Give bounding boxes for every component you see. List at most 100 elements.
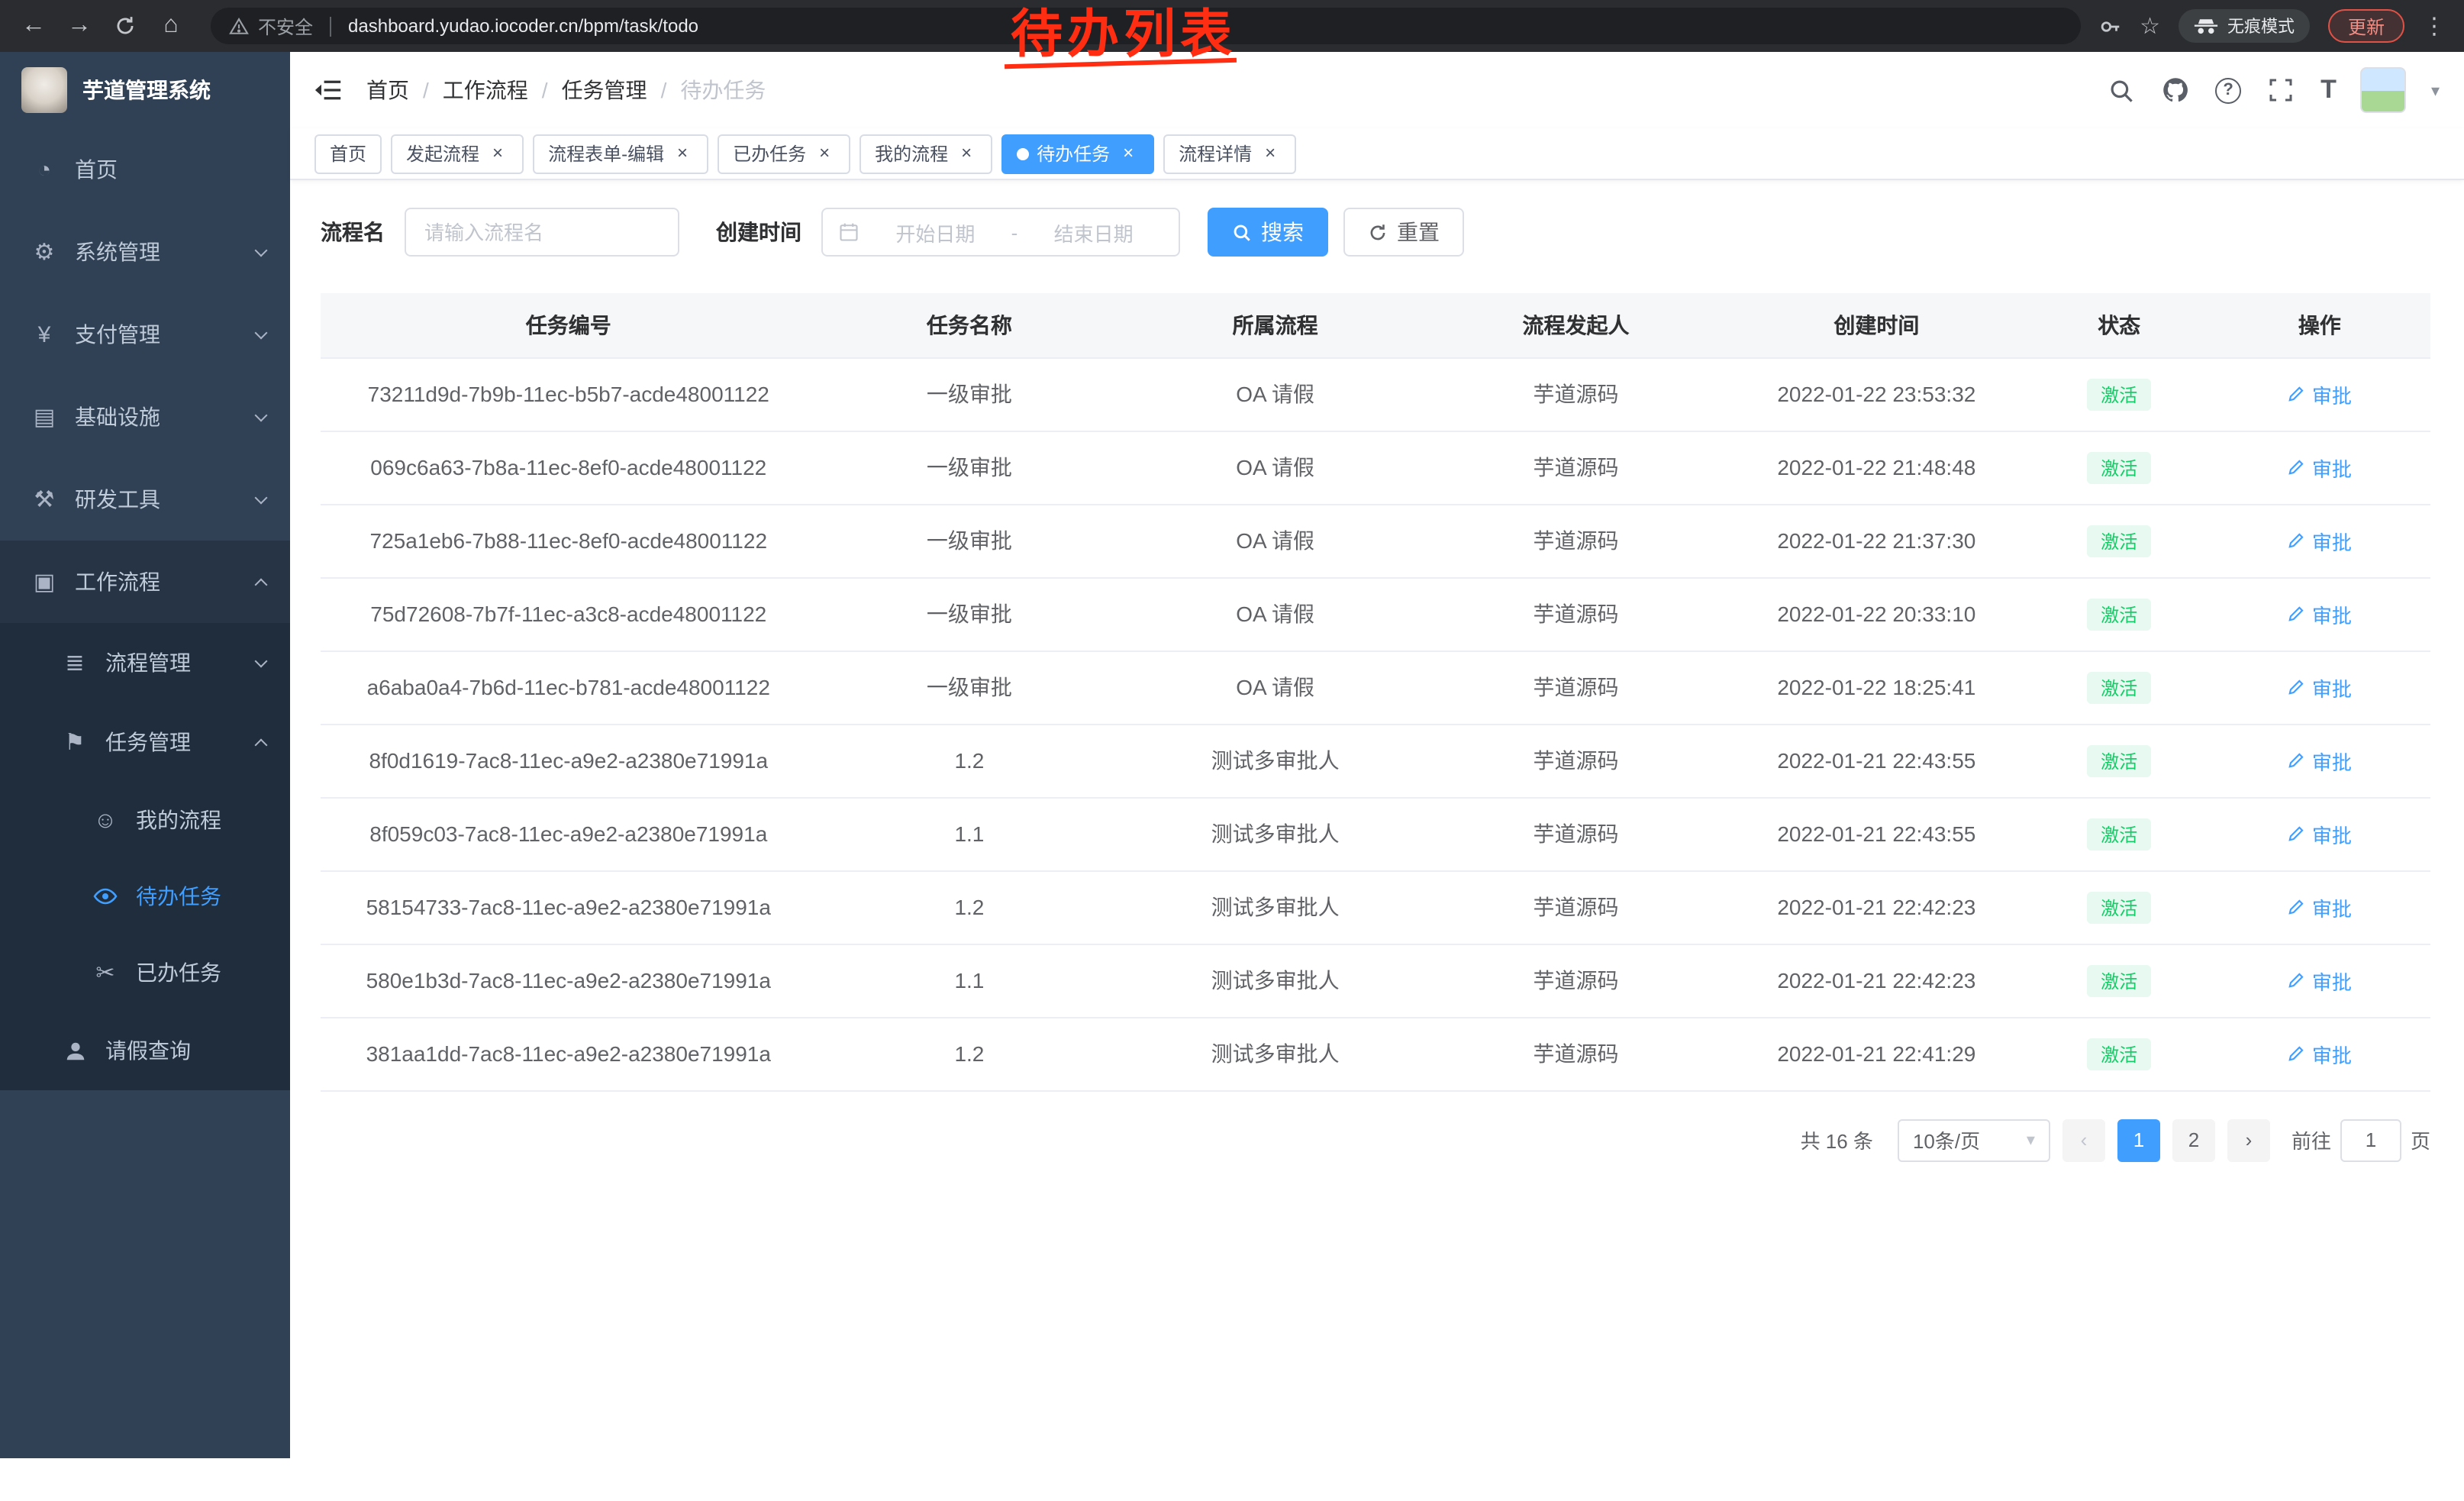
search-icon[interactable] [2105, 75, 2136, 105]
approve-button[interactable]: 审批 [2288, 893, 2352, 922]
approve-button[interactable]: 审批 [2288, 526, 2352, 555]
tab-label: 我的流程 [875, 140, 948, 166]
page-2-button[interactable]: 2 [2172, 1118, 2215, 1161]
edit-icon [2288, 458, 2306, 476]
prev-page-button[interactable]: ‹ [2062, 1118, 2105, 1161]
incognito-badge: 无痕模式 [2179, 9, 2310, 43]
cell-task-name: 1.2 [817, 1017, 1123, 1090]
avatar[interactable] [2361, 67, 2407, 113]
cell-initiator: 芋道源码 [1428, 944, 1724, 1017]
tools-icon: ⚒ [31, 486, 58, 513]
sidebar-item-task-mgmt[interactable]: ⚑ 任务管理 [0, 702, 290, 782]
edit-icon [2288, 678, 2306, 696]
tab-my-process[interactable]: 我的流程 × [859, 134, 992, 173]
browser-back-icon[interactable]: ← [12, 5, 55, 47]
goto-page-input[interactable] [2340, 1118, 2401, 1161]
reset-button[interactable]: 重置 [1343, 208, 1464, 257]
refresh-icon [1368, 222, 1388, 242]
browser-menu-icon[interactable]: ⋮ [2423, 12, 2446, 40]
col-actions: 操作 [2209, 293, 2430, 357]
cell-task-name: 1.1 [817, 944, 1123, 1017]
close-icon[interactable]: × [814, 143, 835, 164]
chevron-down-icon [255, 408, 268, 421]
close-icon[interactable]: × [1259, 143, 1281, 164]
person-icon [61, 1039, 89, 1062]
approve-button[interactable]: 审批 [2288, 379, 2352, 408]
eye-icon [92, 884, 119, 909]
cell-created: 2022-01-21 22:43:55 [1724, 724, 2030, 797]
approve-button[interactable]: 审批 [2288, 1039, 2352, 1068]
sidebar-item-system[interactable]: ⚙ 系统管理 [0, 211, 290, 293]
cell-initiator: 芋道源码 [1428, 1017, 1724, 1090]
fullscreen-icon[interactable] [2266, 75, 2296, 105]
create-time-label: 创建时间 [716, 217, 801, 247]
process-name-input[interactable] [405, 208, 679, 257]
edit-icon [2288, 825, 2306, 843]
gear-icon: ⚙ [31, 238, 58, 266]
task-flag-icon: ⚑ [61, 728, 89, 756]
tab-start-process[interactable]: 发起流程 × [391, 134, 524, 173]
approve-button[interactable]: 审批 [2288, 453, 2352, 482]
help-icon[interactable]: ? [2215, 77, 2241, 103]
cell-task-name: 一级审批 [817, 577, 1123, 650]
approve-button[interactable]: 审批 [2288, 819, 2352, 848]
tab-process-detail[interactable]: 流程详情 × [1163, 134, 1296, 173]
sidebar-item-infra[interactable]: ▤ 基础设施 [0, 376, 290, 458]
approve-button[interactable]: 审批 [2288, 599, 2352, 628]
next-page-button[interactable]: › [2227, 1118, 2270, 1161]
avatar-caret-icon[interactable]: ▾ [2431, 80, 2440, 100]
close-icon[interactable]: × [672, 143, 693, 164]
sidebar-item-process-mgmt[interactable]: ≣ 流程管理 [0, 623, 290, 702]
cell-task-name: 一级审批 [817, 650, 1123, 724]
sidebar-item-label: 我的流程 [136, 805, 266, 835]
browser-home-icon[interactable]: ⌂ [150, 5, 192, 47]
browser-reload-icon[interactable] [104, 5, 147, 47]
page-size-select[interactable]: 10条/页 ▾ [1898, 1118, 2050, 1161]
approve-button[interactable]: 审批 [2288, 966, 2352, 995]
github-icon[interactable] [2160, 75, 2191, 105]
approve-button[interactable]: 审批 [2288, 673, 2352, 702]
browser-toolbar: ← → ⌂ 不安全 dashboard.yudao.iocoder.cn/bpm… [0, 0, 2464, 52]
key-icon[interactable] [2098, 15, 2121, 37]
tab-label: 首页 [330, 140, 366, 166]
sidebar-item-devtools[interactable]: ⚒ 研发工具 [0, 458, 290, 541]
search-button[interactable]: 搜索 [1208, 208, 1328, 257]
edit-icon [2288, 751, 2306, 770]
tab-todo-task[interactable]: 待办任务 × [1001, 134, 1154, 173]
sidebar-item-my-process[interactable]: ☺ 我的流程 [0, 782, 290, 858]
close-icon[interactable]: × [1118, 143, 1139, 164]
goto-unit-label: 页 [2411, 1125, 2430, 1154]
breadcrumb-home[interactable]: 首页 [366, 75, 409, 105]
cell-initiator: 芋道源码 [1428, 797, 1724, 870]
breadcrumb-workflow[interactable]: 工作流程 [443, 75, 528, 105]
tab-process-form-edit[interactable]: 流程表单-编辑 × [533, 134, 708, 173]
close-icon[interactable]: × [956, 143, 977, 164]
app-logo-row[interactable]: 芋道管理系统 [0, 52, 290, 128]
bookmark-star-icon[interactable]: ☆ [2140, 12, 2160, 40]
status-badge: 激活 [2087, 1038, 2151, 1070]
page-1-button[interactable]: 1 [2117, 1118, 2160, 1161]
breadcrumb-separator: / [423, 78, 429, 102]
table-row: 58154733-7ac8-11ec-a9e2-a2380e71991a 1.2… [321, 870, 2430, 944]
date-range-picker[interactable]: 开始日期 - 结束日期 [821, 208, 1180, 257]
sidebar-item-payment[interactable]: ¥ 支付管理 [0, 293, 290, 376]
font-size-icon[interactable]: T [2320, 75, 2337, 105]
tab-done-task[interactable]: 已办任务 × [718, 134, 850, 173]
navbar-actions: ? T ▾ [2105, 67, 2440, 113]
tab-home[interactable]: 首页 [314, 134, 382, 173]
sidebar-item-workflow[interactable]: ▣ 工作流程 [0, 541, 290, 623]
browser-forward-icon[interactable]: → [58, 5, 101, 47]
sidebar-fold-icon[interactable] [314, 78, 342, 102]
range-separator: - [1011, 221, 1018, 244]
close-icon[interactable]: × [487, 143, 508, 164]
breadcrumb-task-mgmt[interactable]: 任务管理 [562, 75, 647, 105]
sidebar-item-todo-task[interactable]: 待办任务 [0, 858, 290, 934]
approve-button[interactable]: 审批 [2288, 746, 2352, 775]
cell-initiator: 芋道源码 [1428, 650, 1724, 724]
browser-update-button[interactable]: 更新 [2328, 9, 2404, 43]
sidebar-item-done-task[interactable]: ✂ 已办任务 [0, 934, 290, 1011]
sidebar-item-leave-query[interactable]: 请假查询 [0, 1011, 290, 1090]
cell-process: OA 请假 [1122, 504, 1428, 577]
security-indicator[interactable]: 不安全 [229, 13, 313, 39]
sidebar-item-home[interactable]: ◔ 首页 [0, 128, 290, 211]
